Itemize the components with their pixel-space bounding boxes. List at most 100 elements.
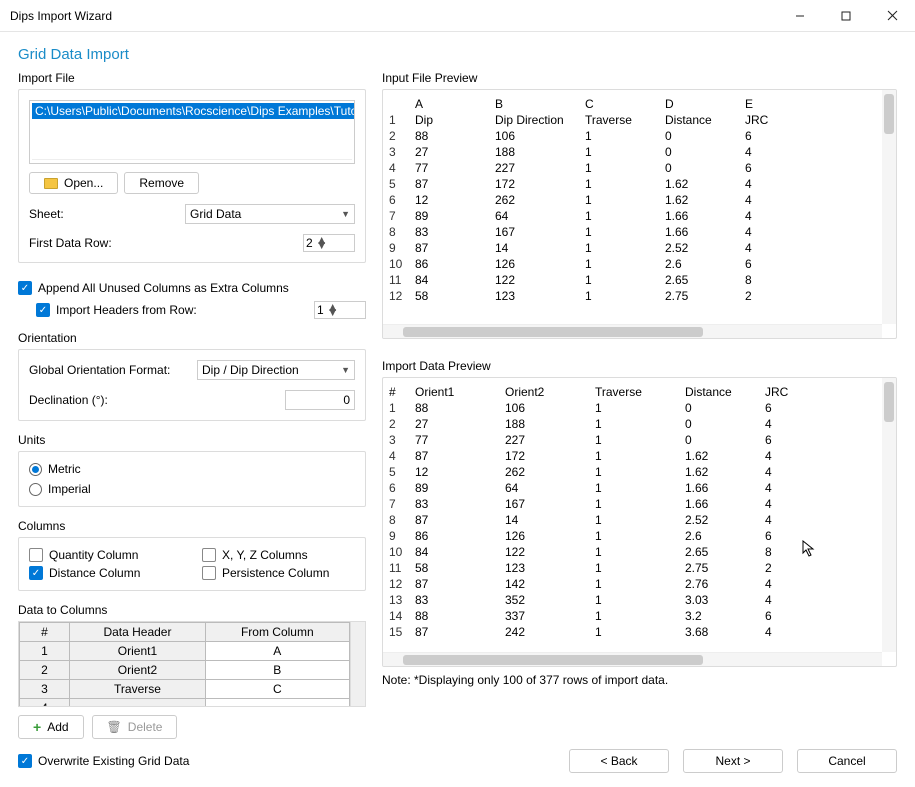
import-file-group: Import File C:\Users\Public\Documents\Ro…: [18, 71, 366, 263]
table-row[interactable]: 61226211.624: [385, 192, 880, 208]
data-to-columns-label: Data to Columns: [18, 603, 366, 617]
filepath-list[interactable]: C:\Users\Public\Documents\Rocscience\Dip…: [29, 100, 355, 164]
d2c-row[interactable]: 2Orient2B: [20, 661, 350, 680]
quantity-column-label: Quantity Column: [49, 548, 138, 562]
table-row[interactable]: 128714212.764: [385, 576, 880, 592]
open-button[interactable]: Open...: [29, 172, 118, 194]
maximize-button[interactable]: [823, 0, 869, 32]
first-data-row-value: 2: [306, 236, 313, 250]
table-row[interactable]: 51226211.624: [385, 464, 880, 480]
d2c-row[interactable]: 1Orient1A: [20, 642, 350, 661]
input-preview-table[interactable]: ABCDE 1DipDip DirectionTraverseDistanceJ…: [385, 96, 880, 304]
table-row[interactable]: 7896411.664: [385, 208, 880, 224]
spinner-icon[interactable]: ▲▼: [316, 238, 328, 248]
delete-button[interactable]: 🗑 Delete: [92, 715, 178, 739]
delete-button-label: Delete: [128, 720, 163, 734]
minimize-button[interactable]: [777, 0, 823, 32]
table-row[interactable]: 9871412.524: [385, 240, 880, 256]
input-file-preview-label: Input File Preview: [382, 71, 897, 85]
sheet-label: Sheet:: [29, 207, 177, 221]
d2c-row[interactable]: 4: [20, 699, 350, 708]
table-row[interactable]: 188106106: [385, 400, 880, 416]
table-row[interactable]: 327188104: [385, 144, 880, 160]
import-preview-table[interactable]: #Orient1Orient2TraverseDistanceJRC 18810…: [385, 384, 880, 640]
orientation-format-select[interactable]: Dip / Dip Direction▼: [197, 360, 355, 380]
input-preview-hscroll[interactable]: [383, 324, 882, 338]
import-file-label: Import File: [18, 71, 366, 85]
trash-icon: 🗑: [107, 720, 122, 734]
sheet-select[interactable]: Grid Data▼: [185, 204, 355, 224]
table-row[interactable]: 148833713.26: [385, 608, 880, 624]
folder-icon: [44, 178, 58, 189]
import-headers-row-input[interactable]: 1▲▼: [314, 301, 366, 319]
distance-column-checkbox[interactable]: ✓: [29, 566, 43, 580]
persistence-column-label: Persistence Column: [222, 566, 329, 580]
import-preview-vscroll[interactable]: [882, 378, 896, 652]
metric-radio[interactable]: [29, 463, 42, 476]
add-button-label: Add: [47, 720, 68, 734]
back-button[interactable]: < Back: [569, 749, 669, 773]
table-row[interactable]: 227188104: [385, 416, 880, 432]
columns-label: Columns: [18, 519, 366, 533]
titlebar: Dips Import Wizard: [0, 0, 915, 32]
table-row[interactable]: 8871412.524: [385, 512, 880, 528]
imperial-label: Imperial: [48, 482, 91, 496]
xyz-columns-checkbox[interactable]: [202, 548, 216, 562]
table-row[interactable]: 58717211.624: [385, 176, 880, 192]
imperial-radio[interactable]: [29, 483, 42, 496]
import-headers-row-value: 1: [317, 303, 324, 317]
orientation-label: Orientation: [18, 331, 366, 345]
d2c-col-header: Data Header: [70, 623, 206, 642]
import-preview-hscroll[interactable]: [383, 652, 882, 666]
filepath-hscroll[interactable]: [32, 159, 352, 164]
table-row[interactable]: 288106106: [385, 128, 880, 144]
remove-button[interactable]: Remove: [124, 172, 199, 194]
import-headers-checkbox[interactable]: ✓: [36, 303, 50, 317]
window-title: Dips Import Wizard: [10, 9, 777, 23]
table-row[interactable]: 377227106: [385, 432, 880, 448]
d2c-col-from: From Column: [205, 623, 349, 642]
table-row[interactable]: 118412212.658: [385, 272, 880, 288]
d2c-vscroll[interactable]: [350, 622, 365, 706]
input-preview-vscroll[interactable]: [882, 90, 896, 324]
table-row[interactable]: 88316711.664: [385, 224, 880, 240]
table-row[interactable]: 477227106: [385, 160, 880, 176]
chevron-down-icon: ▼: [341, 209, 350, 219]
table-row[interactable]: 108412212.658: [385, 544, 880, 560]
spinner-icon[interactable]: ▲▼: [327, 305, 339, 315]
cancel-button[interactable]: Cancel: [797, 749, 897, 773]
table-row[interactable]: 48717211.624: [385, 448, 880, 464]
d2c-row[interactable]: 3TraverseC: [20, 680, 350, 699]
table-row[interactable]: 78316711.664: [385, 496, 880, 512]
orientation-group: Orientation Global Orientation Format: D…: [18, 331, 366, 421]
table-row[interactable]: 138335213.034: [385, 592, 880, 608]
first-data-row-label: First Data Row:: [29, 236, 177, 250]
table-row[interactable]: 115812312.752: [385, 560, 880, 576]
overwrite-checkbox[interactable]: ✓: [18, 754, 32, 768]
table-row[interactable]: 108612612.66: [385, 256, 880, 272]
import-preview-note: Note: *Displaying only 100 of 377 rows o…: [382, 673, 897, 687]
data-to-columns-group: Data to Columns # Data Header From Colum…: [18, 603, 366, 739]
append-columns-checkbox[interactable]: ✓: [18, 281, 32, 295]
first-data-row-input[interactable]: 2▲▼: [303, 234, 355, 252]
persistence-column-checkbox[interactable]: [202, 566, 216, 580]
table-row[interactable]: 6896411.664: [385, 480, 880, 496]
append-columns-label: Append All Unused Columns as Extra Colum…: [38, 281, 289, 295]
next-button[interactable]: Next >: [683, 749, 783, 773]
table-row[interactable]: 158724213.684: [385, 624, 880, 640]
metric-label: Metric: [48, 462, 81, 476]
units-label: Units: [18, 433, 366, 447]
add-button[interactable]: + Add: [18, 715, 84, 739]
filepath-selected[interactable]: C:\Users\Public\Documents\Rocscience\Dip…: [32, 103, 355, 119]
xyz-columns-label: X, Y, Z Columns: [222, 548, 308, 562]
chevron-down-icon: ▼: [341, 365, 350, 375]
page-title: Grid Data Import: [0, 32, 915, 71]
plus-icon: +: [33, 719, 41, 735]
quantity-column-checkbox[interactable]: [29, 548, 43, 562]
data-to-columns-table[interactable]: # Data Header From Column 1Orient1A2Orie…: [19, 622, 350, 707]
table-row[interactable]: 125812312.752: [385, 288, 880, 304]
declination-input[interactable]: [285, 390, 355, 410]
table-row[interactable]: 98612612.66: [385, 528, 880, 544]
close-button[interactable]: [869, 0, 915, 32]
table-row[interactable]: 1DipDip DirectionTraverseDistanceJRC: [385, 112, 880, 128]
